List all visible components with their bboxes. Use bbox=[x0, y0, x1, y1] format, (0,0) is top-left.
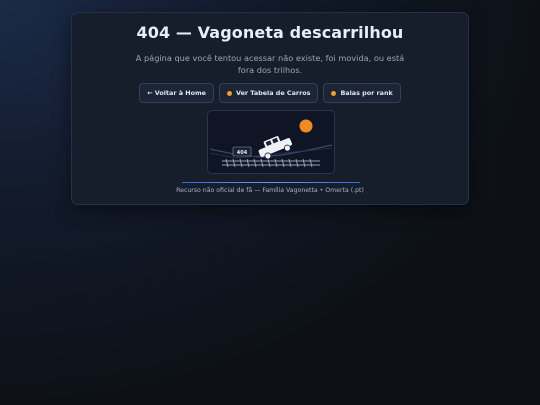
error-description: A página que você tentou acessar não exi… bbox=[135, 53, 405, 75]
plate-text: 404 bbox=[237, 150, 248, 156]
illustration-svg: 404 bbox=[209, 119, 333, 168]
footer-credit: Recurso não oficial de fã — Família Vago… bbox=[176, 187, 364, 194]
car-table-button[interactable]: Ver Tabela de Carros bbox=[219, 83, 319, 103]
page-title: 404 — Vagoneta descarrilhou bbox=[136, 23, 404, 42]
sun-icon bbox=[299, 119, 313, 133]
error-card: 404 — Vagoneta descarrilhou A página que… bbox=[71, 12, 469, 205]
back-home-label: ← Voltar à Home bbox=[147, 89, 206, 97]
footer-divider bbox=[182, 182, 360, 183]
bullets-by-rank-button[interactable]: Balas por rank bbox=[323, 83, 401, 103]
derailed-cart-illustration: 404 bbox=[207, 110, 335, 174]
bullets-by-rank-label: Balas por rank bbox=[340, 89, 393, 97]
status-dot-icon bbox=[227, 90, 232, 96]
rail-ties bbox=[225, 158, 313, 168]
action-buttons: ← Voltar à Home Ver Tabela de Carros Bal… bbox=[72, 83, 468, 103]
back-home-button[interactable]: ← Voltar à Home bbox=[139, 83, 214, 103]
status-dot-icon bbox=[331, 90, 337, 96]
derailed-car-icon bbox=[258, 136, 292, 160]
car-table-label: Ver Tabela de Carros bbox=[236, 89, 311, 97]
